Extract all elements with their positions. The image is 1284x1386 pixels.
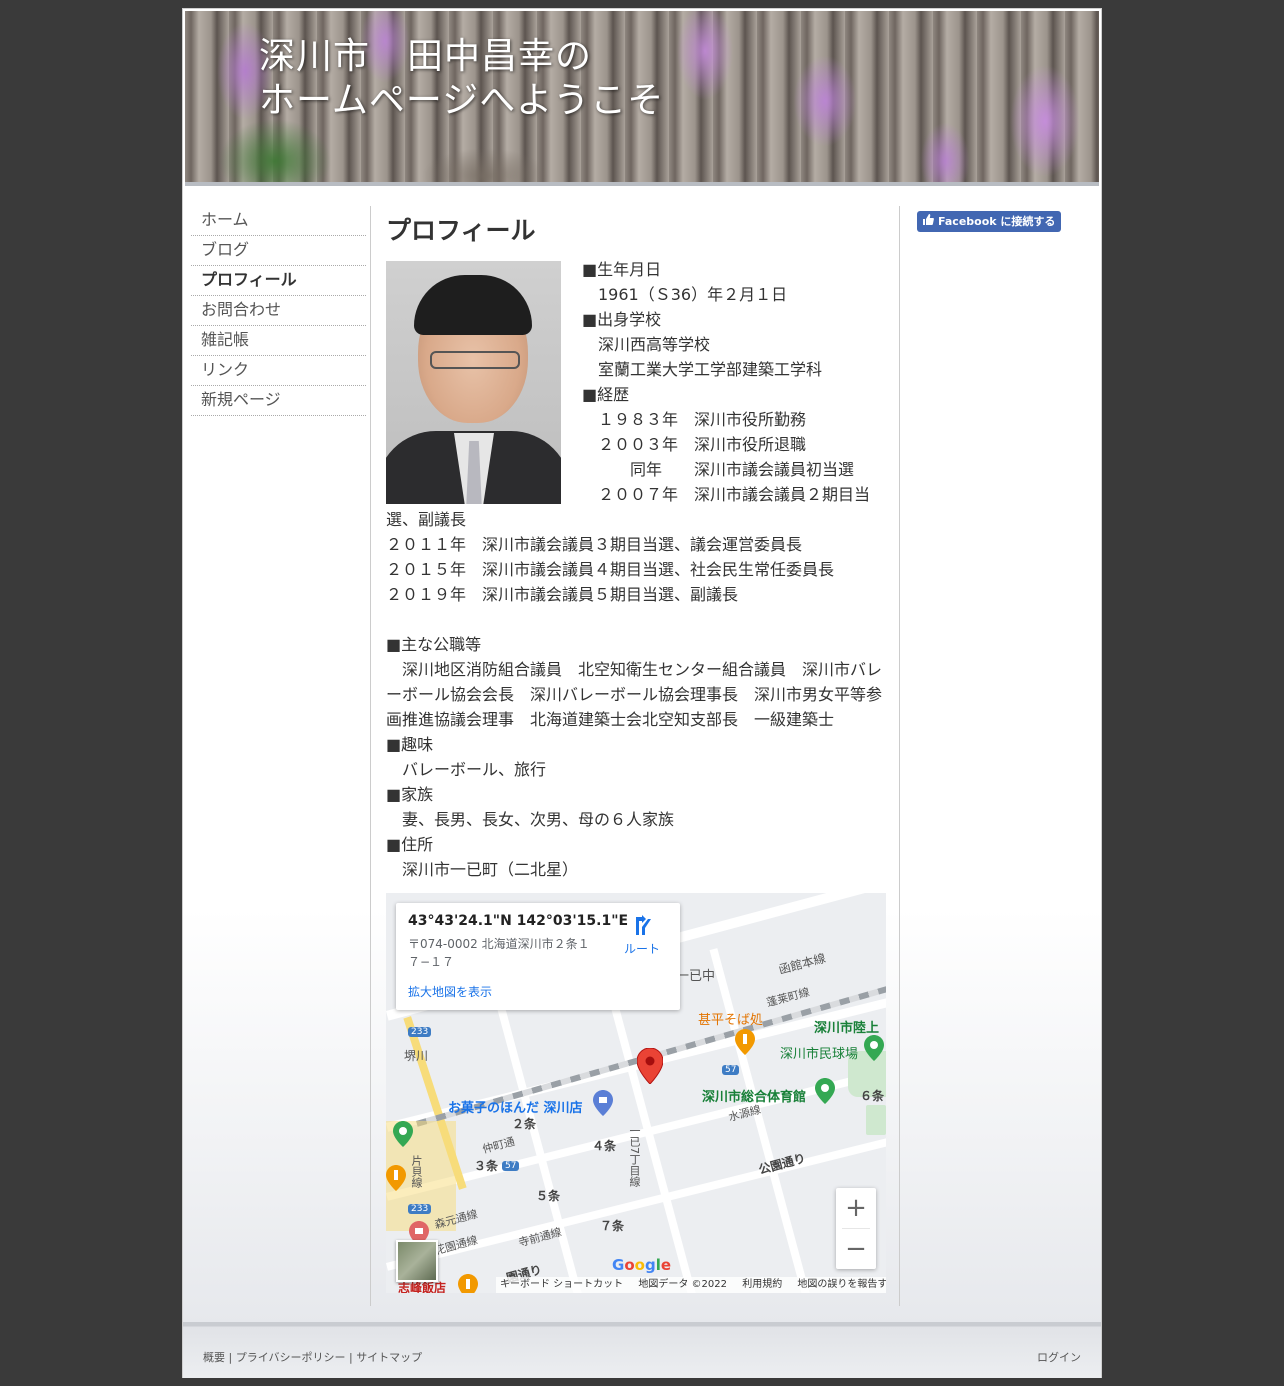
map-label: 甚平そば処 [698,1013,764,1028]
map-label: ６条 [860,1089,885,1103]
profile-line: 深川地区消防組合議員 北空知衛生センター組合議員 深川市バレーボール協会会長 深… [386,660,883,729]
google-map[interactable]: 函館本線 蓬莱町線 一已中 甚平そば処 深川市陸上 深川市民球場 深川市総合体育… [386,893,886,1293]
nav-item-home[interactable]: ホーム [191,206,366,236]
footer-about-link[interactable]: 概要 [203,1351,225,1364]
map-label: ２条 [512,1117,537,1131]
satellite-toggle[interactable] [396,1240,438,1282]
site-footer: 概要 | プライバシーポリシー | サイトマップ ログイン [183,1322,1101,1378]
left-divider [370,206,371,1306]
site-title-line2: ホームページへようこそ [259,80,665,121]
page-container: 深川市 田中昌幸の ホームページへようこそ ホーム ブログ プロフィール お問合… [182,8,1102,1378]
route-button[interactable]: ルート [622,915,662,957]
profile-line: ２０１１年 深川市議会議員３期目当選、議会運営委員長 [386,535,803,554]
report-error-link[interactable]: 地図の誤りを報告する [797,1279,886,1290]
facebook-connect-label: Facebook に接続する [938,215,1056,228]
google-logo: Google [612,1256,672,1274]
profile-line: ■住所 [386,835,434,854]
nav-item-profile[interactable]: プロフィール [191,266,366,296]
map-label: 深川市民球場 [780,1047,859,1062]
route-label: ルート [623,942,660,956]
nav-item-links[interactable]: リンク [191,356,366,386]
footer-sitemap-link[interactable]: サイトマップ [356,1351,422,1364]
restaurant-pin-icon[interactable] [735,1029,755,1055]
thumbs-up-icon [921,211,935,232]
map-label: ４条 [592,1139,617,1153]
route-shield: 233 [408,1204,432,1214]
map-data-label: 地図データ ©2022 [638,1279,728,1290]
zoom-in-button[interactable]: + [836,1188,876,1228]
map-label: 蓬莱町線 [765,985,812,1010]
map-label: お菓子のほんだ 深川店 [448,1101,583,1116]
profile-line: ■主な公職等 [386,635,482,654]
map-footer: キーボード ショートカット 地図データ ©2022 利用規約 地図の誤りを報告す… [496,1277,886,1293]
map-info-card: 43°43'24.1"N 142°03'15.1"E 〒074-0002 北海道… [396,903,680,1010]
zoom-control: + − [836,1188,876,1269]
profile-line: ２０１９年 深川市議会議員５期目当選、副議長 [386,585,739,604]
larger-map-link[interactable]: 拡大地図を表示 [408,983,492,1000]
footer-separator: | [345,1351,357,1364]
terms-link[interactable]: 利用規約 [742,1279,782,1290]
profile-photo [386,261,561,504]
page-title: プロフィール [386,216,536,245]
site-title-line1: 深川市 田中昌幸の [259,36,593,77]
header-banner: 深川市 田中昌幸の ホームページへようこそ [185,11,1099,186]
nav-item-new-page[interactable]: 新規ページ [191,386,366,416]
route-shield: 233 [408,1027,432,1037]
main-content: プロフィール ■生年月日 1961（Ｓ36）年２月１日 ■出身学校 深川西高等学校… [386,209,886,1293]
sidebar-nav: ホーム ブログ プロフィール お問合わせ 雑記帳 リンク 新規ページ [191,206,366,416]
location-pin-icon[interactable] [637,1048,663,1084]
map-label: 深川市陸上 [814,1021,880,1036]
nav-item-blog[interactable]: ブログ [191,236,366,266]
park-pin-icon[interactable] [393,1121,413,1147]
profile-line [386,607,886,632]
keyboard-shortcuts-link[interactable]: キーボード ショートカット [500,1279,623,1290]
zoom-out-button[interactable]: − [836,1229,876,1269]
footer-links: 概要 | プライバシーポリシー | サイトマップ [203,1349,422,1365]
restaurant-pin-icon[interactable] [458,1274,478,1293]
map-address: 〒074-0002 北海道深川市２条１７−１７ [408,937,590,969]
map-label: ５条 [536,1189,561,1203]
profile-line: 深川市一已町（二北星） [386,860,579,879]
login-link[interactable]: ログイン [1037,1349,1081,1365]
site-title[interactable]: 深川市 田中昌幸の ホームページへようこそ [259,35,664,123]
nav-item-notes[interactable]: 雑記帳 [191,326,366,356]
route-shield: 57 [502,1161,520,1171]
nav-item-contact[interactable]: お問合わせ [191,296,366,326]
restaurant-pin-icon[interactable] [386,1165,406,1191]
map-label: 仲町通 [481,1134,517,1157]
route-shield: 57 [722,1065,740,1075]
profile-line: ■趣味 [386,735,434,754]
map-label: 一已7丁目線 [628,1125,641,1187]
profile-line: 妻、長男、長女、次男、母の６人家族 [386,810,675,829]
map-label: 一已中 [676,969,716,984]
map-label: ７条 [600,1219,625,1233]
gym-pin-icon[interactable] [815,1078,835,1104]
map-label: 片貝線 [410,1155,423,1188]
shop-pin-icon[interactable] [593,1090,613,1116]
map-label: ３条 [474,1159,499,1173]
profile-line: ■家族 [386,785,434,804]
facebook-connect-button[interactable]: Facebook に接続する [917,211,1062,232]
map-label: 花園通線 [433,1233,480,1258]
park-pin-icon[interactable] [864,1035,884,1061]
profile-line: バレーボール、旅行 [386,760,547,779]
directions-icon [636,915,651,935]
profile-line: ２０１５年 深川市議会議員４期目当選、社会民生常任委員長 [386,560,835,579]
map-label: 函館本線 [777,951,828,977]
map-label: 堺川 [404,1049,429,1063]
footer-privacy-link[interactable]: プライバシーポリシー [236,1351,346,1364]
footer-separator: | [225,1351,236,1364]
right-divider [899,206,900,1306]
